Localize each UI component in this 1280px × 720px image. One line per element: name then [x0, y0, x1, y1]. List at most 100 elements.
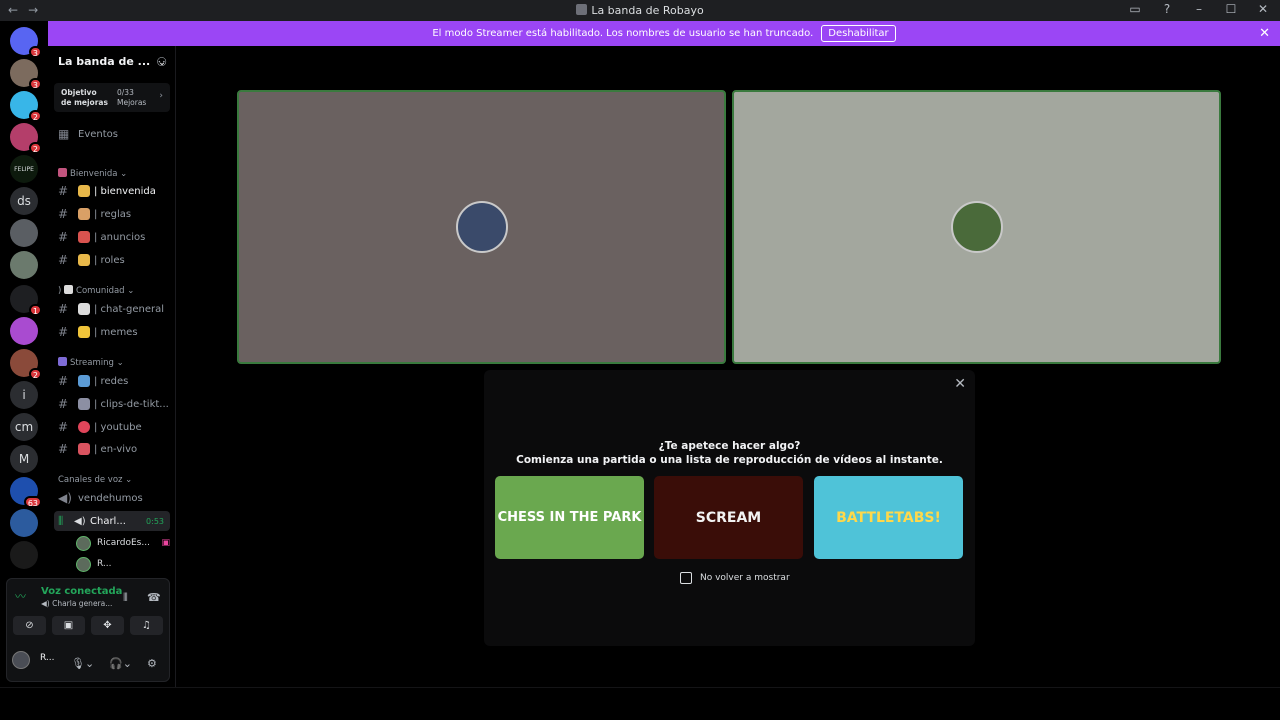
channel-roles[interactable]: # | roles — [54, 250, 170, 270]
screen-share-button[interactable]: ▣ — [52, 616, 85, 635]
server-icon[interactable]: 63 — [10, 477, 42, 508]
server-icon[interactable] — [10, 509, 38, 537]
hash-icon: # — [58, 442, 69, 456]
server-icon[interactable]: 3 — [10, 27, 42, 58]
speaker-icon: ◀) — [74, 515, 86, 527]
category-label: Canales de voz — [58, 475, 123, 485]
channel-redes[interactable]: # | redes — [54, 371, 170, 391]
video-tile-user-2[interactable] — [732, 90, 1221, 364]
channel-label: Charl... — [90, 515, 126, 527]
channel-clips[interactable]: # | clips-de-tikt... — [54, 394, 170, 414]
channel-chat-general[interactable]: # | chat-general — [54, 299, 170, 319]
card-title: SCREAM — [695, 509, 762, 526]
inbox-icon[interactable]: ▭ — [1128, 2, 1142, 16]
camera-off-button[interactable]: ⊘ — [13, 616, 46, 635]
server-icon[interactable]: 2 — [10, 123, 42, 154]
activities-button[interactable]: ✥ — [91, 616, 124, 635]
server-header[interactable]: La banda de ... ⌄ — [58, 55, 166, 68]
member-name: RicardoEs... — [97, 538, 150, 548]
voice-member[interactable]: RicardoEs... ▣ — [76, 533, 170, 553]
server-icon[interactable]: 2 — [10, 349, 42, 380]
voice-member[interactable]: R... — [76, 554, 170, 574]
server-icon[interactable] — [10, 541, 38, 569]
maximize-button[interactable]: ☐ — [1224, 2, 1238, 16]
voice-channel-name[interactable]: ◀) Charla genera... — [41, 599, 112, 608]
avatar[interactable] — [12, 651, 30, 669]
dont-show-label: No volver a mostrar — [700, 573, 790, 583]
invite-icon[interactable]: ⚇ — [156, 55, 167, 69]
title-bar: ← → La banda de Robayo ▭ ? – ☐ ✕ — [0, 0, 1280, 21]
category-voz[interactable]: Canales de voz ⌄ — [58, 475, 132, 485]
boost-count: 0/33 — [117, 88, 134, 97]
microphone-icon[interactable]: 🎙⌄ — [71, 657, 94, 670]
channel-bienvenida[interactable]: # | bienvenida — [54, 181, 170, 201]
channel-memes[interactable]: # | memes — [54, 322, 170, 342]
server-icon[interactable]: 1 — [10, 285, 42, 316]
category-label: Bienvenida — [70, 169, 118, 179]
noise-suppression-icon[interactable]: ⦀ — [123, 591, 128, 605]
server-icon[interactable]: M — [10, 445, 38, 473]
server-icon[interactable] — [10, 251, 38, 279]
activity-subtitle: Comienza una partida o una lista de repr… — [516, 454, 943, 466]
activity-card-chess[interactable]: CHESS IN THE PARK — [495, 476, 644, 559]
notification-badge: 63 — [23, 496, 42, 508]
help-icon[interactable]: ? — [1160, 2, 1174, 16]
dont-show-checkbox[interactable] — [680, 572, 692, 584]
category-streaming[interactable]: Streaming ⌄ — [58, 357, 124, 368]
channel-en-vivo[interactable]: # | en-vivo — [54, 439, 170, 459]
speech-bubble-emoji-icon — [78, 303, 90, 315]
avatar — [76, 556, 91, 572]
banner-close-icon[interactable]: ✕ — [1259, 26, 1270, 41]
channel-label: | reglas — [94, 208, 132, 220]
channel-label: | redes — [94, 375, 129, 387]
voice-channel-vendehumos[interactable]: ◀) vendehumos — [54, 488, 170, 508]
soundboard-button[interactable]: ♫ — [130, 616, 163, 635]
disconnect-icon[interactable]: ☎ — [147, 591, 161, 604]
server-icon[interactable] — [10, 219, 38, 247]
server-icon[interactable]: cm — [10, 413, 38, 441]
channel-reglas[interactable]: # | reglas — [54, 204, 170, 224]
stream-icon: ▣ — [161, 538, 170, 548]
voice-activity-icon: ⦀ — [58, 513, 64, 528]
server-icon[interactable]: ds — [10, 187, 38, 215]
hash-icon: # — [58, 207, 69, 221]
disable-streamer-button[interactable]: Deshabilitar — [821, 25, 896, 42]
events-label: Eventos — [78, 128, 118, 140]
activity-card-scream[interactable]: SCREAM — [654, 476, 803, 559]
notification-badge: 3 — [28, 78, 42, 90]
video-tile-user-1[interactable] — [237, 90, 726, 364]
headphones-icon[interactable]: 🎧⌄ — [109, 657, 132, 670]
server-icon[interactable] — [10, 317, 38, 345]
category-bienvenida[interactable]: Bienvenida ⌄ — [58, 168, 127, 179]
events-item[interactable]: ▦ Eventos — [54, 124, 170, 144]
trophy-emoji-icon — [78, 254, 90, 266]
settings-gear-icon[interactable]: ⚙ — [147, 657, 157, 670]
voice-status: Voz conectada — [41, 586, 123, 597]
server-icon[interactable]: FELIPE — [10, 155, 38, 183]
hash-icon: # — [58, 420, 69, 434]
channel-label: | clips-de-tikt... — [94, 398, 169, 410]
channel-label: | memes — [94, 326, 138, 338]
member-name: R... — [97, 559, 112, 569]
server-icon[interactable]: 3 — [10, 59, 42, 90]
activity-card-battletabs[interactable]: BATTLETABS! — [814, 476, 963, 559]
minimize-button[interactable]: – — [1192, 2, 1206, 16]
window-title: La banda de Robayo — [0, 4, 1280, 17]
hash-icon: # — [58, 184, 69, 198]
close-icon[interactable]: ✕ — [954, 376, 966, 392]
avatar — [950, 201, 1003, 253]
channel-youtube[interactable]: # | youtube — [54, 417, 170, 437]
boost-goal[interactable]: Objetivo de mejoras 0/33 Mejoras › — [54, 83, 170, 112]
boost-progress: 0/33 Mejoras — [117, 88, 146, 108]
channel-anuncios[interactable]: # | anuncios — [54, 227, 170, 247]
server-label: cm — [14, 420, 34, 434]
signal-icon[interactable]: 〰 — [15, 588, 33, 606]
server-icon — [576, 4, 588, 15]
boost-title: Objetivo de mejoras — [61, 88, 108, 107]
close-window-button[interactable]: ✕ — [1256, 2, 1270, 16]
server-icon[interactable]: 2 — [10, 91, 42, 122]
category-comunidad[interactable]: ) Comunidad ⌄ — [58, 285, 134, 296]
party-icon — [58, 168, 67, 177]
server-icon[interactable]: i — [10, 381, 38, 409]
voice-channel-charla[interactable]: ⦀ ◀) Charl... 0:53 — [54, 511, 170, 531]
